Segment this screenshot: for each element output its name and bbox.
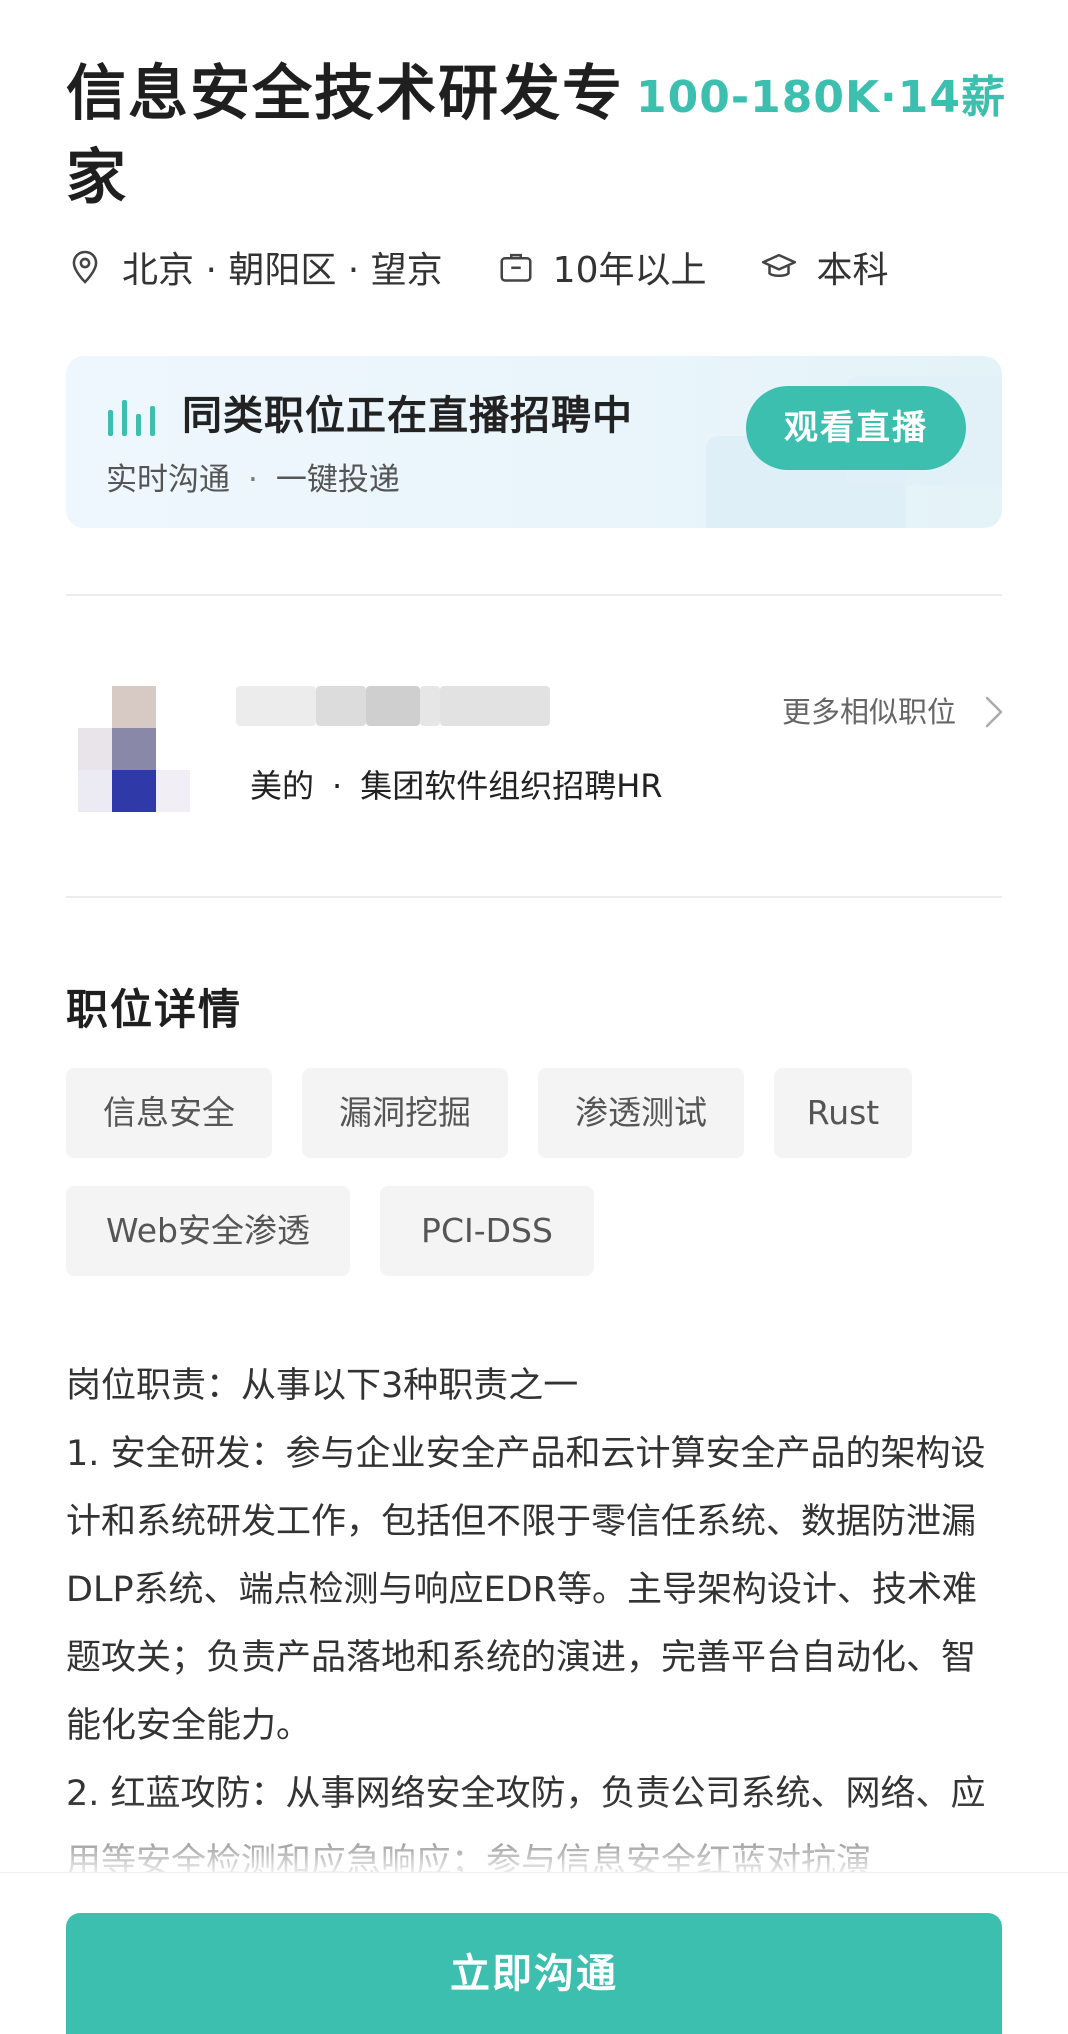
description-paragraph: 1. 安全研发：参与企业安全产品和云计算安全产品的架构设计和系统研发工作，包括但… (66, 1434, 986, 1746)
briefcase-icon (500, 253, 532, 282)
hr-name-redacted (226, 686, 550, 728)
live-sub-left: 实时沟通 (106, 462, 230, 498)
more-similar-jobs-label: 更多相似职位 (781, 695, 956, 729)
salary-label: 100-180K·14薪 (636, 72, 1006, 123)
live-bars-icon (108, 400, 155, 436)
skill-tag: Rust (774, 1068, 912, 1158)
live-banner-title: 同类职位正在直播招聘中 (182, 393, 633, 439)
skill-tag: Web安全渗透 (66, 1186, 350, 1276)
description-paragraph: 岗位职责：从事以下3种职责之一 (66, 1366, 579, 1406)
education-text: 本科 (816, 250, 889, 291)
education-info: 本科 (760, 241, 889, 293)
hr-card[interactable]: 美的 · 集团软件组织招聘HR 更多相似职位 (66, 680, 1006, 820)
live-sub-right: 一键投递 (275, 462, 400, 498)
job-title: 信息安全技术研发专家 (66, 59, 624, 213)
location-text: 北京 · 朝阳区 · 望京 (122, 250, 443, 291)
hr-company-name: 美的 (250, 767, 315, 805)
hr-company-separator: · (332, 767, 343, 805)
live-banner-subtitle: 实时沟通 · 一键投递 (106, 458, 400, 502)
hr-company-line: 美的 · 集团软件组织招聘HR (250, 764, 663, 808)
skill-tag: 漏洞挖掘 (302, 1068, 508, 1158)
job-meta-row: 北京 · 朝阳区 · 望京 10年以上 本科 (66, 240, 1006, 294)
skill-tag: 渗透测试 (538, 1068, 744, 1158)
section-title-job-details: 职位详情 (66, 985, 243, 1034)
live-recruiting-banner[interactable]: 同类职位正在直播招聘中 实时沟通 · 一键投递 观看直播 (66, 356, 1002, 528)
chat-now-button[interactable]: 立即沟通 (66, 1913, 1002, 2034)
chevron-right-icon (985, 696, 1003, 728)
hr-avatar[interactable] (78, 686, 190, 812)
watch-live-button[interactable]: 观看直播 (746, 386, 966, 470)
experience-text: 10年以上 (552, 250, 707, 291)
live-sub-separator: · (248, 462, 258, 498)
skill-tag: 信息安全 (66, 1068, 272, 1158)
divider (66, 594, 1002, 596)
location-info: 北京 · 朝阳区 · 望京 (66, 241, 443, 293)
more-similar-jobs-link[interactable]: 更多相似职位 (782, 692, 1006, 732)
job-description: 岗位职责：从事以下3种职责之一 1. 安全研发：参与企业安全产品和云计算安全产品… (66, 1352, 1006, 1872)
location-pin-icon (72, 250, 98, 284)
graduation-cap-icon (762, 253, 797, 277)
hr-role: 集团软件组织招聘HR (360, 767, 663, 805)
scroll-fade (0, 1800, 1068, 1880)
bottom-action-bar: 立即沟通 (0, 1872, 1068, 2034)
divider (66, 896, 1002, 898)
job-header: 信息安全技术研发专家 100-180K·14薪 (66, 52, 1006, 222)
experience-info: 10年以上 (497, 241, 707, 293)
skill-tag: PCI-DSS (380, 1186, 594, 1276)
